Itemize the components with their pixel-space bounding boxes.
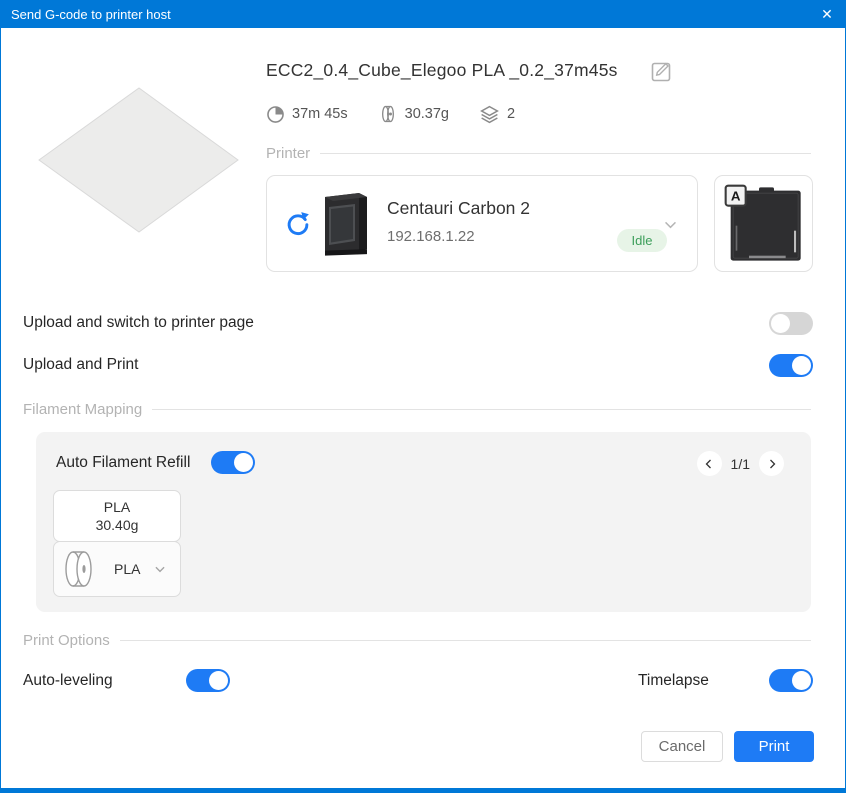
upload-switch-label: Upload and switch to printer page — [23, 314, 254, 332]
upload-print-label: Upload and Print — [23, 356, 138, 374]
auto-leveling-toggle[interactable] — [186, 669, 230, 692]
toggle-knob — [234, 453, 253, 472]
refresh-printers-icon[interactable] — [284, 210, 312, 238]
filament-spool-icon — [60, 548, 100, 590]
layers-icon — [479, 104, 500, 125]
printer-select-dropdown[interactable]: Centauri Carbon 2 192.168.1.22 Idle — [266, 175, 698, 272]
toggle-knob — [792, 671, 811, 690]
timelapse-label: Timelapse — [638, 672, 709, 690]
auto-leveling-label: Auto-leveling — [23, 672, 113, 690]
section-divider — [320, 153, 811, 154]
printer-name: Centauri Carbon 2 — [387, 198, 530, 219]
printer-section-header: Printer — [266, 145, 811, 162]
printer-status-badge: Idle — [617, 229, 667, 252]
dialog-title: Send G-code to printer host — [1, 7, 171, 22]
pager-next-button[interactable] — [759, 451, 784, 476]
section-divider — [120, 640, 811, 641]
svg-text:A: A — [730, 188, 740, 203]
filament-mapping-panel: Auto Filament Refill 1/1 PLA 30.40g — [36, 432, 811, 612]
filament-slot-info: PLA 30.40g — [53, 490, 181, 542]
timelapse-toggle[interactable] — [769, 669, 813, 692]
upload-print-toggle[interactable] — [769, 354, 813, 377]
printer-ip: 192.168.1.22 — [387, 228, 475, 245]
upload-switch-toggle[interactable] — [769, 312, 813, 335]
filament-mapping-label: Filament Mapping — [23, 401, 142, 418]
edit-filename-icon[interactable] — [649, 58, 675, 84]
auto-refill-toggle[interactable] — [211, 451, 255, 474]
auto-refill-label: Auto Filament Refill — [56, 454, 190, 472]
stat-plate-count: 2 — [479, 104, 515, 125]
toggle-knob — [792, 356, 811, 375]
filament-select-dropdown[interactable]: PLA — [53, 541, 181, 597]
toggle-knob — [771, 314, 790, 333]
send-gcode-dialog: Send G-code to printer host ✕ ECC2_0.4_C… — [0, 0, 846, 793]
filament-mapping-section-header: Filament Mapping — [23, 401, 811, 418]
slot-material: PLA — [104, 499, 130, 515]
print-time-value: 37m 45s — [292, 106, 348, 122]
filament-weight-value: 30.37g — [405, 106, 449, 122]
build-plate-image: A — [724, 180, 804, 268]
pager-prev-button[interactable] — [697, 451, 722, 476]
chevron-right-icon — [766, 458, 778, 470]
clock-icon — [266, 105, 285, 124]
slot-weight: 30.40g — [96, 517, 139, 533]
stat-filament-weight: 30.37g — [378, 104, 449, 124]
gcode-preview-thumbnail — [29, 78, 244, 238]
plate-count-value: 2 — [507, 106, 515, 122]
toggle-knob — [209, 671, 228, 690]
chevron-down-icon — [662, 216, 679, 233]
stat-print-time: 37m 45s — [266, 105, 348, 124]
section-divider — [152, 409, 811, 410]
print-button[interactable]: Print — [734, 731, 814, 762]
titlebar: Send G-code to printer host ✕ — [1, 0, 846, 28]
build-plate-button[interactable]: A — [714, 175, 813, 272]
window-bottom-border — [1, 788, 846, 793]
filament-spool-icon — [378, 104, 398, 124]
printer-section-label: Printer — [266, 145, 310, 162]
chevron-down-icon — [153, 562, 167, 576]
cancel-button[interactable]: Cancel — [641, 731, 723, 762]
print-options-label: Print Options — [23, 632, 110, 649]
chevron-left-icon — [703, 458, 715, 470]
gcode-stats: 37m 45s 30.37g 2 — [266, 103, 545, 125]
plate-pager: 1/1 — [697, 451, 784, 476]
file-name: ECC2_0.4_Cube_Elegoo PLA _0.2_37m45s — [266, 60, 618, 81]
page-indicator: 1/1 — [731, 456, 750, 472]
selected-filament: PLA — [114, 561, 140, 577]
close-icon[interactable]: ✕ — [807, 0, 846, 28]
print-options-section-header: Print Options — [23, 632, 811, 649]
printer-photo — [315, 189, 375, 261]
filament-slot-card: PLA 30.40g PLA — [53, 490, 181, 597]
